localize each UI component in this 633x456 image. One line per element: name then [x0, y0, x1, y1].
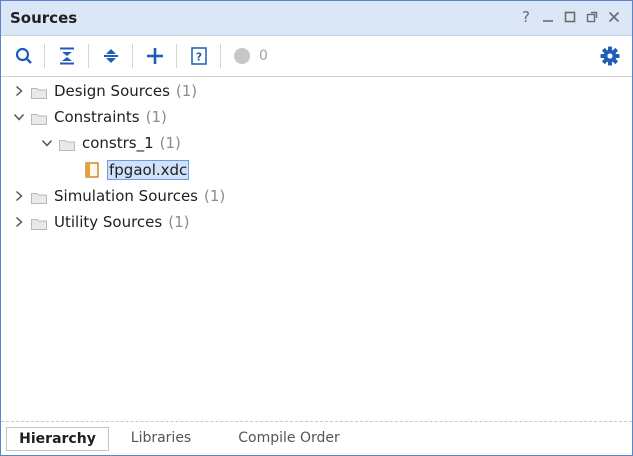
window-controls: ?	[518, 7, 622, 27]
minimize-icon[interactable]	[540, 7, 556, 27]
chevron-down-icon[interactable]	[13, 111, 25, 123]
expand-all-icon[interactable]	[100, 45, 122, 67]
search-icon[interactable]	[13, 45, 35, 67]
toolbar: ? 0	[1, 36, 632, 77]
tree-item-simulation-sources[interactable]: Simulation Sources (1)	[13, 184, 225, 208]
tab-hierarchy[interactable]: Hierarchy	[6, 427, 109, 451]
collapse-all-icon[interactable]	[56, 45, 78, 67]
tree-item-label: Utility Sources	[54, 213, 163, 231]
tree-item-label: Constraints	[54, 108, 140, 126]
window-title: Sources	[10, 9, 78, 27]
tree-item-fpgaol-xdc[interactable]: fpgaol.xdc	[85, 158, 190, 182]
chevron-right-icon[interactable]	[13, 190, 25, 202]
tree-item-count: (1)	[145, 108, 167, 126]
maximize-icon[interactable]	[562, 7, 578, 27]
tree-item-count: (1)	[175, 82, 198, 100]
status-dot-icon	[231, 45, 253, 67]
svg-text:?: ?	[196, 51, 202, 64]
toolbar-separator	[132, 44, 133, 68]
close-icon[interactable]	[606, 7, 622, 27]
xdc-file-icon	[85, 162, 101, 178]
chevron-right-icon[interactable]	[13, 216, 25, 228]
tree-item-count: (1)	[204, 187, 226, 205]
toolbar-separator	[44, 44, 45, 68]
tree-item-utility-sources[interactable]: Utility Sources (1)	[13, 210, 189, 234]
tree-item-count: (1)	[168, 213, 190, 231]
sources-window: Sources ? ? 0 Design Sources (1) Constra…	[0, 0, 633, 456]
toolbar-separator	[176, 44, 177, 68]
tree-item-design-sources[interactable]: Design Sources (1)	[13, 79, 197, 103]
tree-item-label: Simulation Sources	[54, 187, 199, 205]
chevron-right-icon[interactable]	[13, 85, 25, 97]
folder-icon	[31, 216, 47, 230]
folder-icon	[31, 190, 47, 204]
tree-item-label: Design Sources	[54, 82, 170, 100]
question-box-icon[interactable]: ?	[188, 45, 210, 67]
help-icon[interactable]: ?	[518, 7, 534, 27]
toolbar-separator	[220, 44, 221, 68]
gear-icon[interactable]	[599, 45, 621, 67]
status-count: 0	[259, 48, 268, 64]
folder-icon	[59, 137, 75, 151]
float-icon[interactable]	[584, 7, 600, 27]
bottom-tab-bar: Hierarchy Libraries Compile Order	[1, 425, 632, 453]
tree-item-constrs-1[interactable]: constrs_1 (1)	[41, 131, 181, 155]
folder-icon	[31, 85, 47, 99]
tree-item-constraints[interactable]: Constraints (1)	[13, 105, 167, 129]
tab-divider	[1, 421, 632, 422]
tab-compile-order[interactable]: Compile Order	[223, 427, 355, 449]
chevron-down-icon[interactable]	[41, 137, 53, 149]
tree-item-label: fpgaol.xdc	[107, 160, 190, 180]
title-bar[interactable]: Sources ?	[1, 1, 632, 36]
add-icon[interactable]	[144, 45, 166, 67]
toolbar-separator	[88, 44, 89, 68]
tree-item-label: constrs_1	[82, 134, 154, 152]
folder-icon	[31, 111, 47, 125]
tab-libraries[interactable]: Libraries	[115, 427, 207, 449]
tree-item-count: (1)	[159, 134, 181, 152]
